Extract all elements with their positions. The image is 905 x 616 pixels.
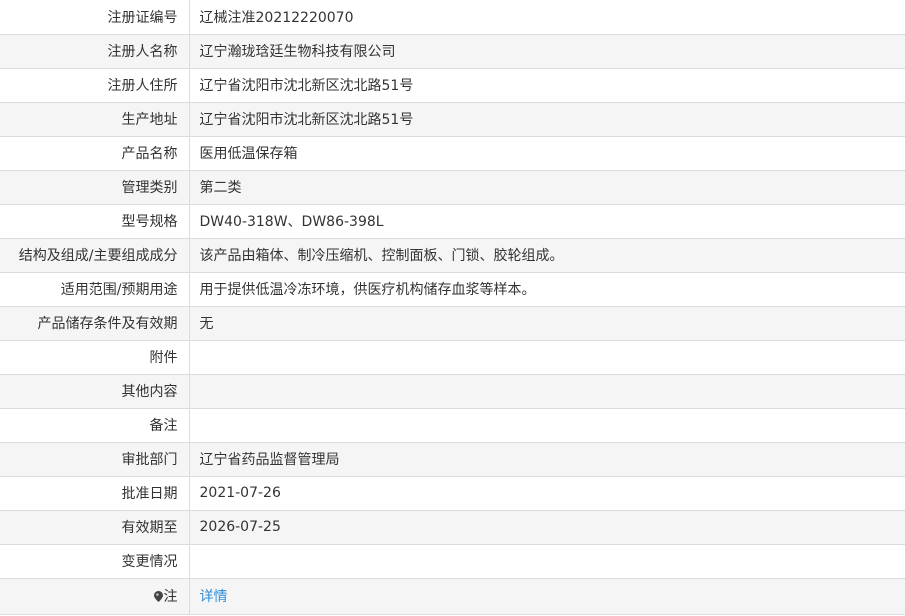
details-link[interactable]: 详情 bbox=[200, 589, 228, 605]
field-value bbox=[189, 408, 905, 443]
field-label: 批准日期 bbox=[0, 476, 190, 511]
row-registrant-address: 注册人住所 辽宁省沈阳市沈北新区沈北路51号 bbox=[0, 68, 905, 103]
registration-detail-table: 注册证编号 辽械注准20212220070 注册人名称 辽宁瀚珑琀廷生物科技有限… bbox=[0, 0, 905, 615]
field-label: 生产地址 bbox=[0, 102, 190, 137]
row-note: 注 详情 bbox=[0, 578, 905, 615]
field-label: 备注 bbox=[0, 408, 190, 443]
field-value bbox=[189, 544, 905, 579]
field-value: 2026-07-25 bbox=[189, 510, 905, 545]
row-other-content: 其他内容 bbox=[0, 374, 905, 409]
field-label: 有效期至 bbox=[0, 510, 190, 545]
row-approval-department: 审批部门 辽宁省药品监督管理局 bbox=[0, 442, 905, 477]
row-approval-date: 批准日期 2021-07-26 bbox=[0, 476, 905, 511]
note-label-cell: 注 bbox=[0, 578, 190, 615]
field-label: 结构及组成/主要组成成分 bbox=[0, 238, 190, 273]
row-change-history: 变更情况 bbox=[0, 544, 905, 579]
row-attachments: 附件 bbox=[0, 340, 905, 375]
row-intended-use: 适用范围/预期用途 用于提供低温冷冻环境，供医疗机构储存血浆等样本。 bbox=[0, 272, 905, 307]
field-value: 用于提供低温冷冻环境，供医疗机构储存血浆等样本。 bbox=[189, 272, 905, 307]
field-label: 审批部门 bbox=[0, 442, 190, 477]
field-value: DW40-318W、DW86-398L bbox=[189, 204, 905, 239]
field-value: 医用低温保存箱 bbox=[189, 136, 905, 171]
row-registration-number: 注册证编号 辽械注准20212220070 bbox=[0, 0, 905, 35]
field-value: 辽宁省沈阳市沈北新区沈北路51号 bbox=[189, 68, 905, 103]
field-value: 辽宁瀚珑琀廷生物科技有限公司 bbox=[189, 34, 905, 69]
field-label: 注册人住所 bbox=[0, 68, 190, 103]
row-production-address: 生产地址 辽宁省沈阳市沈北新区沈北路51号 bbox=[0, 102, 905, 137]
row-remarks: 备注 bbox=[0, 408, 905, 443]
field-label: 变更情况 bbox=[0, 544, 190, 579]
note-value-cell: 详情 bbox=[189, 578, 905, 615]
field-label: 适用范围/预期用途 bbox=[0, 272, 190, 307]
field-label: 产品储存条件及有效期 bbox=[0, 306, 190, 341]
row-management-category: 管理类别 第二类 bbox=[0, 170, 905, 205]
field-value: 无 bbox=[189, 306, 905, 341]
field-label: 注册证编号 bbox=[0, 0, 190, 35]
field-label: 产品名称 bbox=[0, 136, 190, 171]
field-label: 注册人名称 bbox=[0, 34, 190, 69]
row-storage-conditions: 产品储存条件及有效期 无 bbox=[0, 306, 905, 341]
row-product-name: 产品名称 医用低温保存箱 bbox=[0, 136, 905, 171]
row-structure-composition: 结构及组成/主要组成成分 该产品由箱体、制冷压缩机、控制面板、门锁、胶轮组成。 bbox=[0, 238, 905, 273]
row-model-spec: 型号规格 DW40-318W、DW86-398L bbox=[0, 204, 905, 239]
field-value: 2021-07-26 bbox=[189, 476, 905, 511]
field-value bbox=[189, 374, 905, 409]
field-value: 第二类 bbox=[189, 170, 905, 205]
field-value bbox=[189, 340, 905, 375]
field-label: 型号规格 bbox=[0, 204, 190, 239]
field-value: 辽械注准20212220070 bbox=[189, 0, 905, 35]
field-label: 其他内容 bbox=[0, 374, 190, 409]
row-registrant-name: 注册人名称 辽宁瀚珑琀廷生物科技有限公司 bbox=[0, 34, 905, 69]
field-label: 附件 bbox=[0, 340, 190, 375]
field-value: 该产品由箱体、制冷压缩机、控制面板、门锁、胶轮组成。 bbox=[189, 238, 905, 273]
field-label: 管理类别 bbox=[0, 170, 190, 205]
field-value: 辽宁省沈阳市沈北新区沈北路51号 bbox=[189, 102, 905, 137]
pin-icon bbox=[153, 591, 163, 602]
field-value: 辽宁省药品监督管理局 bbox=[189, 442, 905, 477]
note-label: 注 bbox=[163, 589, 178, 605]
row-valid-until: 有效期至 2026-07-25 bbox=[0, 510, 905, 545]
